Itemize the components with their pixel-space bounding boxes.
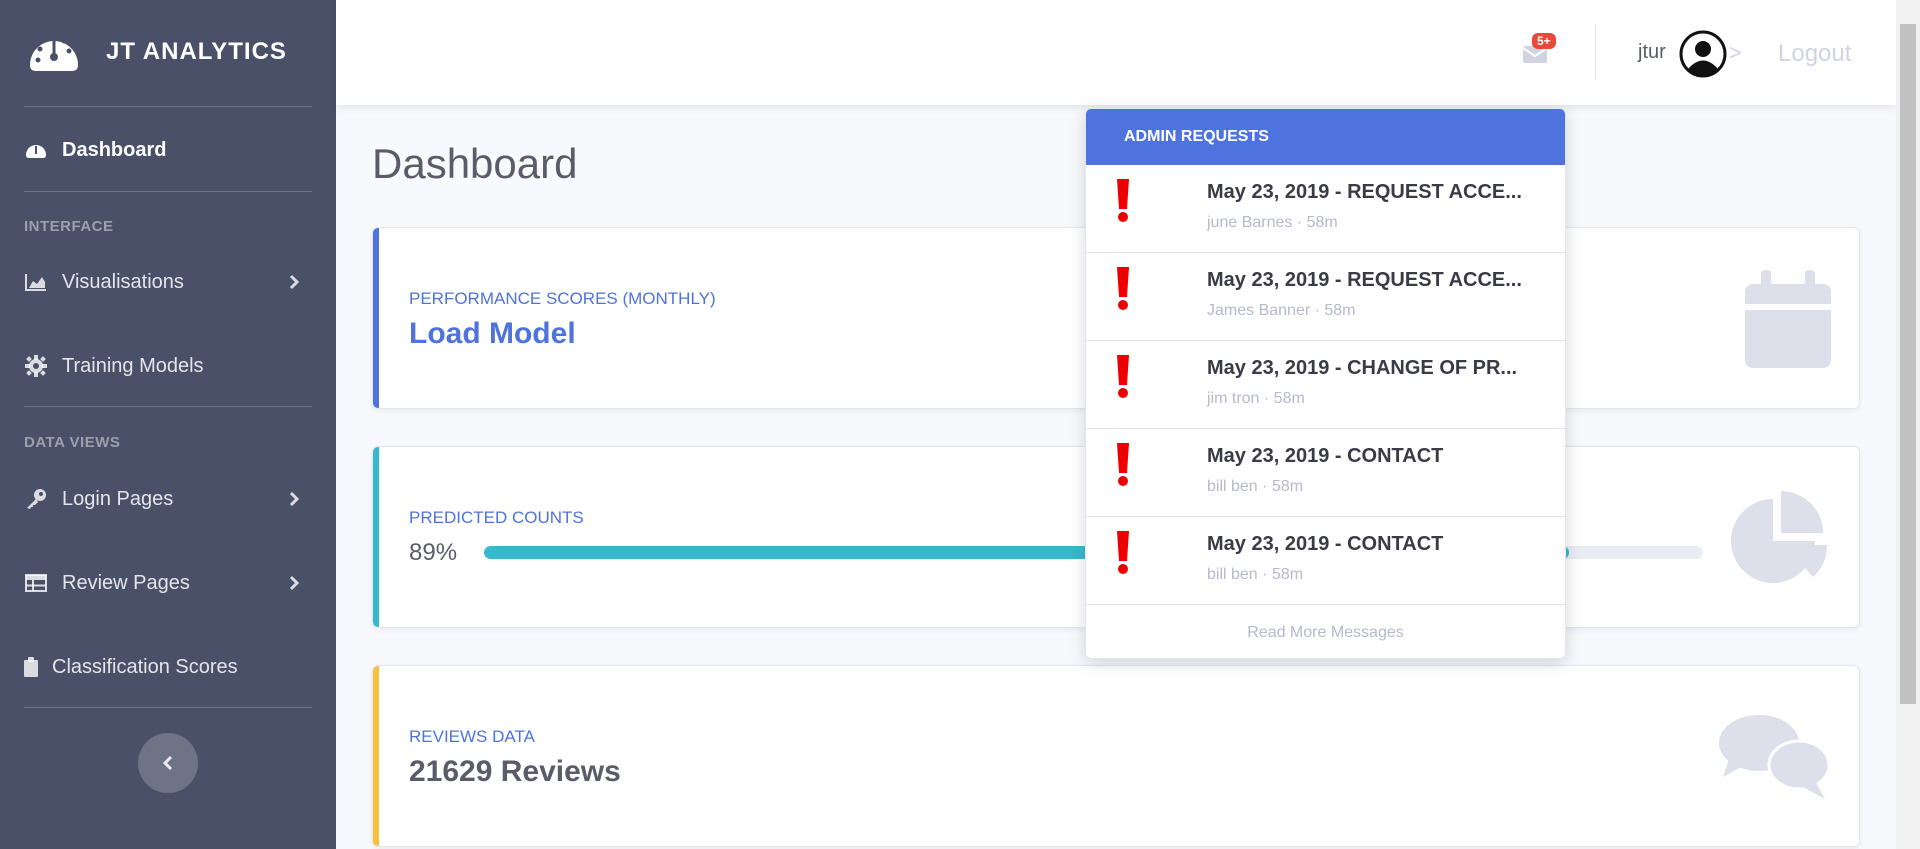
predicted-percent: 89% <box>409 539 458 566</box>
brand-name: JT ANALYTICS <box>106 38 287 65</box>
key-icon <box>24 487 48 511</box>
sidebar-heading-data-views: DATA VIEWS <box>24 434 121 451</box>
sidebar-item-label: Review Pages <box>62 571 190 594</box>
alert-meta: James Banner · 58m <box>1207 302 1356 319</box>
card-label: Performance Scores (Monthly) <box>409 289 716 308</box>
sidebar-item-visualisations[interactable]: Visualisations <box>24 262 312 302</box>
calendar-icon <box>1745 270 1831 368</box>
dropdown-header: Admin Requests <box>1086 109 1565 165</box>
scrollbar-thumb[interactable] <box>1900 24 1916 704</box>
sidebar-item-label: Dashboard <box>62 138 167 161</box>
sidebar-item-dashboard[interactable]: Dashboard <box>24 130 312 170</box>
sidebar-item-review-pages[interactable]: Review Pages <box>24 563 312 603</box>
page-scrollbar[interactable] <box>1896 0 1920 849</box>
brand[interactable]: JT ANALYTICS <box>26 27 326 77</box>
pie-chart-icon <box>1731 491 1828 583</box>
alert-title: May 23, 2019 - REQUEST ACCE... <box>1207 269 1522 291</box>
reviews-data-card: Reviews Data 21629 Reviews <box>372 665 1860 847</box>
alert-item[interactable]: May 23, 2019 - CONTACT bill ben · 58m <box>1086 429 1565 517</box>
sidebar-item-label: Training Models <box>62 354 204 377</box>
table-icon <box>24 571 48 595</box>
sidebar-item-label: Visualisations <box>62 270 184 293</box>
sidebar-divider <box>24 707 312 708</box>
area-chart-icon <box>24 270 48 294</box>
avatar[interactable] <box>1679 30 1727 78</box>
message-count-badge: 5+ <box>1532 33 1556 49</box>
read-more-messages-link[interactable]: Read More Messages <box>1086 605 1565 658</box>
exclamation-icon <box>1117 179 1129 222</box>
logout-link[interactable]: Logout <box>1778 40 1851 68</box>
alert-title: May 23, 2019 - CHANGE OF PR... <box>1207 357 1518 379</box>
tachometer-icon <box>24 138 48 162</box>
exclamation-icon <box>1117 267 1129 310</box>
chevron-right-icon <box>289 491 300 507</box>
topbar-divider <box>1595 24 1596 80</box>
sidebar-item-label: Classification Scores <box>52 655 238 678</box>
sidebar-item-label: Login Pages <box>62 487 174 510</box>
alert-title: May 23, 2019 - CONTACT <box>1207 445 1444 467</box>
tachometer-icon <box>30 37 78 71</box>
topbar: 5+ jtur > Logout <box>336 0 1896 105</box>
sidebar-heading-interface: INTERFACE <box>24 218 114 235</box>
sidebar: JT ANALYTICS Dashboard INTERFACE Visuali… <box>0 0 336 849</box>
chevron-right-icon <box>289 274 300 290</box>
card-label: Predicted Counts <box>409 508 584 527</box>
exclamation-icon <box>1117 531 1129 574</box>
sidebar-divider <box>24 106 312 107</box>
sidebar-item-training-models[interactable]: Training Models <box>24 346 312 386</box>
alert-item[interactable]: May 23, 2019 - CONTACT bill ben · 58m <box>1086 517 1565 605</box>
user-menu-caret: > <box>1729 40 1742 65</box>
chevron-left-icon <box>162 755 173 771</box>
admin-requests-dropdown: Admin Requests May 23, 2019 - REQUEST AC… <box>1085 108 1566 659</box>
exclamation-icon <box>1117 355 1129 398</box>
sidebar-toggle-button[interactable] <box>138 733 198 793</box>
page-title: Dashboard <box>372 140 578 187</box>
card-accent <box>373 666 379 846</box>
alert-item[interactable]: May 23, 2019 - REQUEST ACCE... june Barn… <box>1086 165 1565 253</box>
username[interactable]: jtur <box>1638 41 1666 64</box>
chevron-right-icon <box>289 575 300 591</box>
alert-meta: jim tron · 58m <box>1207 390 1305 407</box>
load-model-link[interactable]: Load Model <box>409 317 576 351</box>
sidebar-item-login-pages[interactable]: Login Pages <box>24 479 312 519</box>
reviews-count: 21629 Reviews <box>409 755 621 788</box>
alert-item[interactable]: May 23, 2019 - CHANGE OF PR... jim tron … <box>1086 341 1565 429</box>
gear-icon <box>24 354 48 378</box>
card-accent <box>373 228 379 408</box>
alert-title: May 23, 2019 - REQUEST ACCE... <box>1207 181 1522 203</box>
sidebar-divider <box>24 406 312 407</box>
sidebar-item-classification-scores[interactable]: Classification Scores <box>24 647 312 687</box>
alert-title: May 23, 2019 - CONTACT <box>1207 533 1444 555</box>
clipboard-icon <box>24 655 38 679</box>
card-accent <box>373 447 379 627</box>
alert-meta: june Barnes · 58m <box>1207 214 1338 231</box>
sidebar-divider <box>24 191 312 192</box>
card-label: Reviews Data <box>409 727 535 746</box>
exclamation-icon <box>1117 443 1129 486</box>
alert-meta: bill ben · 58m <box>1207 478 1304 495</box>
alert-meta: bill ben · 58m <box>1207 566 1304 583</box>
comments-icon <box>1719 715 1831 799</box>
alert-item[interactable]: May 23, 2019 - REQUEST ACCE... James Ban… <box>1086 253 1565 341</box>
